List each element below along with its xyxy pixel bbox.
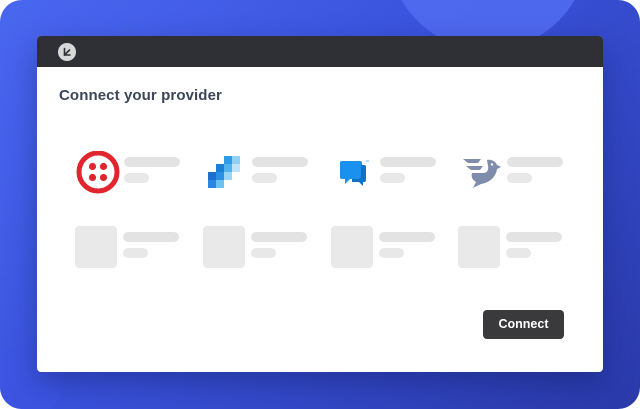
provider-name-placeholder <box>251 232 307 242</box>
logo-placeholder <box>203 226 245 268</box>
window-titlebar <box>37 36 603 67</box>
provider-card-placeholder <box>458 226 568 272</box>
provider-meta-placeholder <box>506 248 531 258</box>
provider-meta-placeholder <box>507 173 532 183</box>
provider-name-placeholder <box>379 232 435 242</box>
page-title: Connect your provider <box>59 87 222 104</box>
app-logo-icon <box>58 43 76 61</box>
blue-squares-logo-icon <box>208 156 240 188</box>
provider-name-placeholder <box>380 157 436 167</box>
provider-card-blue-squares[interactable] <box>204 151 314 197</box>
background-stage: Connect your provider ™ Connect <box>0 0 640 409</box>
provider-name-placeholder <box>123 232 179 242</box>
provider-meta-placeholder <box>252 173 277 183</box>
provider-card-placeholder <box>75 226 185 272</box>
provider-meta-placeholder <box>379 248 404 258</box>
twilio-logo-icon <box>76 151 120 194</box>
provider-meta-placeholder <box>124 173 149 183</box>
provider-card-twilio[interactable] <box>76 151 186 197</box>
provider-name-placeholder <box>507 157 563 167</box>
provider-card-placeholder <box>331 226 441 272</box>
provider-meta-placeholder <box>380 173 405 183</box>
logo-placeholder <box>458 226 500 268</box>
chat-bubbles-tm-logo-icon: ™ <box>340 160 370 186</box>
provider-name-placeholder <box>252 157 308 167</box>
app-window: Connect your provider ™ Connect <box>37 36 603 372</box>
provider-name-placeholder <box>506 232 562 242</box>
logo-placeholder <box>75 226 117 268</box>
provider-meta-placeholder <box>251 248 276 258</box>
provider-name-placeholder <box>124 157 180 167</box>
provider-card-placeholder <box>203 226 313 272</box>
trademark-mark: ™ <box>365 160 370 166</box>
logo-placeholder <box>331 226 373 268</box>
bird-logo-icon <box>463 159 501 188</box>
provider-meta-placeholder <box>123 248 148 258</box>
provider-card-chat-bubbles[interactable]: ™ <box>332 151 442 197</box>
connect-button[interactable]: Connect <box>483 310 564 339</box>
provider-card-bird[interactable] <box>459 151 569 197</box>
